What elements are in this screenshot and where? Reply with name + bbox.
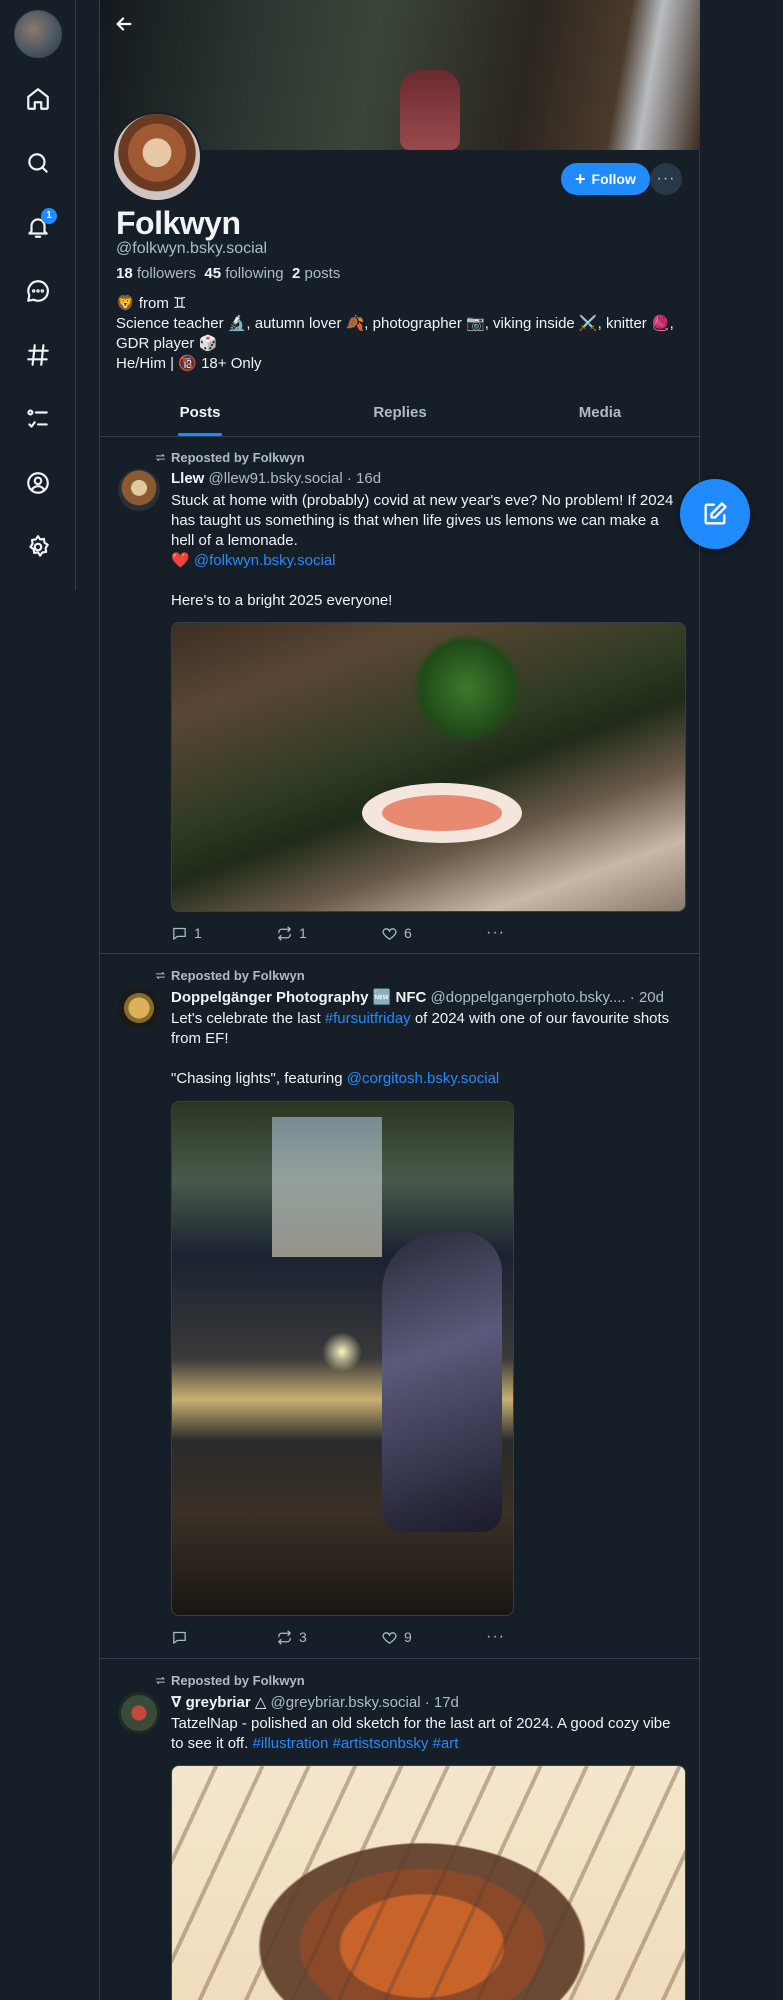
profile-avatar[interactable] [112,112,202,202]
compose-pencil-icon [704,502,727,525]
post-actions: 1 1 6 ··· [171,924,591,942]
profile-icon[interactable] [23,468,53,498]
author-handle[interactable]: @doppelgangerphoto.bsky.... [431,989,626,1006]
lists-icon[interactable] [23,404,53,434]
left-sidebar: 1 [0,0,76,590]
compose-post-button[interactable] [680,479,750,549]
post-image[interactable] [171,1765,686,2000]
profile-stats: 18 followers 45 following 2 posts [116,265,340,282]
feed-post[interactable]: Reposted by Folkwyn Doppelgänger Photogr… [100,955,700,1659]
post-image[interactable] [171,622,686,912]
post-more-icon[interactable]: ··· [486,924,591,942]
like-button[interactable]: 9 [381,1628,486,1646]
tree-shape [412,633,522,743]
post-header: Doppelgänger Photography 🆕 NFC @doppelga… [171,988,686,1006]
feed-post[interactable]: Reposted by Folkwyn Llew @llew91.bsky.so… [100,437,700,954]
mention-link[interactable]: @corgitosh.bsky.social [347,1070,500,1087]
follow-label: Follow [591,171,636,187]
fursuit-shape [382,1232,502,1532]
post-more-icon[interactable]: ··· [486,1628,591,1646]
post-header: ∇ greybriar △ @greybriar.bsky.social · 1… [171,1693,686,1711]
branches-shape [172,1766,685,2000]
author-avatar[interactable] [118,1692,160,1734]
salmon-shape [382,795,502,831]
repost-indicator: Reposted by Folkwyn [154,1673,305,1688]
posts-count: 2 posts [291,265,341,282]
profile-tabs: Posts Replies Media [100,392,700,437]
repost-indicator: Reposted by Folkwyn [154,968,305,983]
back-arrow-icon[interactable] [108,8,140,40]
follow-button[interactable]: + Follow [561,163,650,195]
reply-button[interactable] [171,1628,276,1646]
author-name[interactable]: Doppelgänger Photography 🆕 NFC [171,989,426,1006]
repost-indicator: Reposted by Folkwyn [154,450,305,465]
feed-post[interactable]: Reposted by Folkwyn ∇ greybriar △ @greyb… [100,1660,700,2000]
reply-icon [173,927,186,940]
author-avatar[interactable] [118,469,160,511]
feeds-hash-icon[interactable] [23,340,53,370]
profile-bio: 🦁 from ♊ Science teacher 🔬, autumn lover… [116,294,686,374]
post-age[interactable]: · 17d [425,1694,459,1711]
bio-line: 🦁 from ♊ [116,295,187,312]
banner-knitting-image [400,70,460,150]
reply-icon [173,1631,186,1644]
author-handle[interactable]: @llew91.bsky.social [209,470,343,487]
tab-media[interactable]: Media [500,392,700,436]
post-actions: 3 9 ··· [171,1628,591,1646]
tab-posts[interactable]: Posts [100,392,300,436]
search-icon[interactable] [23,148,53,178]
plus-icon: + [575,169,586,189]
post-image[interactable] [171,1101,514,1616]
post-header: Llew @llew91.bsky.social · 16d [171,470,686,487]
notification-badge: 1 [41,208,57,224]
repost-icon [155,1676,166,1685]
current-user-avatar[interactable] [14,10,62,58]
reply-button[interactable]: 1 [171,924,276,942]
author-handle[interactable]: @greybriar.bsky.social [271,1694,421,1711]
author-avatar[interactable] [118,987,160,1029]
display-name: Folkwyn [116,205,241,241]
more-options-icon[interactable]: ··· [650,163,682,195]
home-icon[interactable] [23,84,53,114]
author-name[interactable]: ∇ greybriar △ [171,1694,266,1711]
main-column: + Follow ··· Folkwyn @folkwyn.bsky.socia… [99,0,700,2000]
bio-line: He/Him | 🔞 18+ Only [116,355,262,372]
tab-replies[interactable]: Replies [300,392,500,436]
hashtag-links[interactable]: #illustration #artistsonbsky #art [252,1735,458,1752]
author-name[interactable]: Llew [171,470,204,487]
post-age[interactable]: · 20d [630,989,664,1006]
post-text: Stuck at home with (probably) covid at n… [171,492,674,609]
notifications-icon[interactable]: 1 [23,208,57,242]
chat-icon[interactable] [23,276,53,306]
post-text: TatzelNap - polished an old sketch for t… [171,1715,671,1752]
repost-icon [155,971,166,980]
hashtag-link[interactable]: #fursuitfriday [325,1010,411,1027]
mention-link[interactable]: @folkwyn.bsky.social [194,552,336,569]
post-text: Let's celebrate the last #fursuitfriday … [171,1010,670,1087]
sky-shape [272,1117,382,1257]
like-button[interactable]: 6 [381,924,486,942]
light-flare [322,1332,362,1372]
heart-icon [382,927,397,940]
profile-handle: @folkwyn.bsky.social [116,240,268,257]
repost-button[interactable]: 3 [276,1628,381,1646]
repost-icon [155,453,166,462]
followers-link[interactable]: 18 followers [116,265,196,282]
repost-icon [278,1629,291,1645]
heart-icon [382,1631,397,1644]
heart-emoji: ❤️ [171,552,190,569]
repost-icon [278,925,291,941]
post-age[interactable]: · 16d [347,470,381,487]
bio-line: Science teacher 🔬, autumn lover 🍂, photo… [116,315,674,352]
following-link[interactable]: 45 following [204,265,283,282]
settings-gear-icon[interactable] [23,532,53,562]
repost-button[interactable]: 1 [276,924,381,942]
